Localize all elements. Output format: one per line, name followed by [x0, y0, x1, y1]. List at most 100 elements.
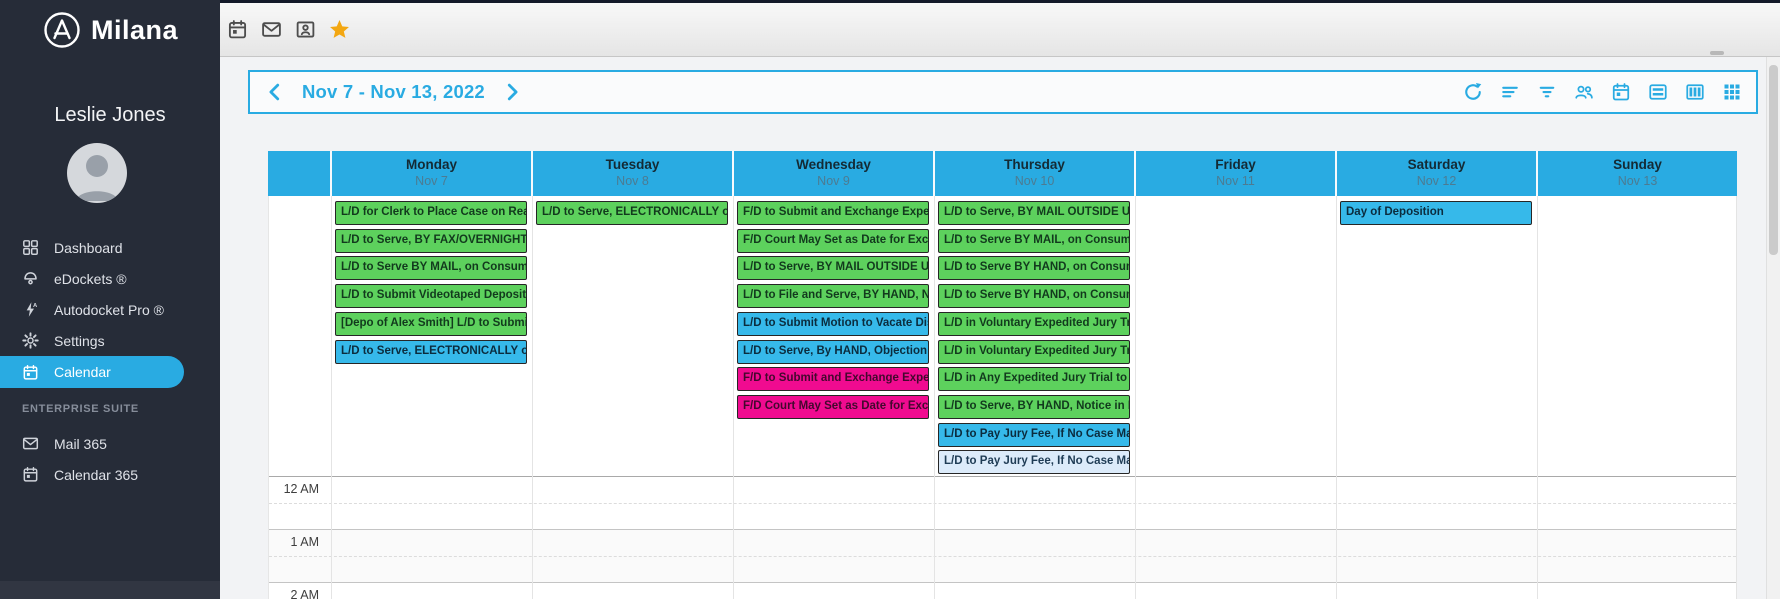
calendar-icon: [22, 466, 39, 483]
event[interactable]: L/D in Any Expedited Jury Trial to Exch: [938, 367, 1130, 391]
day-header-thursday: Thursday Nov 10: [933, 151, 1134, 196]
day-name: Monday: [405, 157, 457, 172]
filter-button[interactable]: [1537, 82, 1557, 102]
day-name: Thursday: [1004, 157, 1065, 172]
calendar-toolbar: Nov 7 - Nov 13, 2022: [248, 70, 1758, 114]
avatar[interactable]: [67, 143, 127, 203]
event[interactable]: Day of Deposition: [1340, 201, 1532, 225]
main-area: Nov 7 - Nov 13, 2022 Monday Nov 7 Tuesda…: [220, 57, 1780, 599]
calendar-view-tools: [1463, 82, 1742, 102]
vscrollbar-thumb[interactable]: [1769, 65, 1778, 255]
sidebar-item-mail-365[interactable]: Mail 365: [0, 428, 220, 459]
quick-launch-icons: [227, 3, 350, 56]
sidebar-item-autodocket-pro[interactable]: A Autodocket Pro ®: [0, 294, 220, 325]
column-view-button[interactable]: [1685, 82, 1705, 102]
week-header-row: Monday Nov 7 Tuesday Nov 8 Wednesday Nov…: [268, 151, 1737, 196]
event[interactable]: L/D to Serve, BY MAIL OUTSIDE U.S., N: [938, 201, 1130, 225]
sidebar-item-label: Calendar: [54, 364, 111, 380]
event[interactable]: L/D in Voluntary Expedited Jury Trial t: [938, 312, 1130, 336]
day-column-friday[interactable]: [1135, 196, 1336, 599]
event[interactable]: [Depo of Alex Smith] L/D to Submit Vi: [335, 312, 527, 336]
top-toolbar: [220, 0, 1780, 57]
hour-label: 12 AM: [283, 482, 319, 496]
day-date: Nov 9: [817, 174, 850, 188]
event[interactable]: L/D to Submit Videotaped Deposition: [335, 284, 527, 308]
enterprise-suite-label: ENTERPRISE SUITE: [22, 403, 139, 415]
day-header-saturday: Saturday Nov 12: [1335, 151, 1536, 196]
event[interactable]: L/D to Serve, BY HAND, Notice in Lieu: [938, 395, 1130, 419]
event[interactable]: L/D to Serve BY HAND, on Consumer/I: [938, 256, 1130, 280]
refresh-button[interactable]: [1463, 82, 1483, 102]
sidebar-item-edockets[interactable]: eDockets ®: [0, 263, 220, 294]
day-column-sunday[interactable]: [1537, 196, 1738, 599]
time-gutter-header: [268, 151, 330, 196]
event[interactable]: L/D to Serve BY MAIL, on Consumer/E: [938, 229, 1130, 253]
day-column-tuesday[interactable]: L/D to Serve, ELECTRONICALLY or BY: [532, 196, 733, 599]
week-body: 12 AM 1 AM 2 AM L/D for Clerk to Place Case…: [268, 196, 1737, 599]
event[interactable]: L/D to Pay Jury Fee, If No Case Manag: [938, 423, 1130, 447]
grid-view-button[interactable]: [1722, 82, 1742, 102]
day-header-monday: Monday Nov 7: [330, 151, 531, 196]
next-week-button[interactable]: [501, 81, 523, 103]
calendar-button[interactable]: [227, 19, 248, 40]
hscrollbar-thumb[interactable]: [1710, 51, 1724, 55]
day-date: Nov 11: [1216, 174, 1255, 188]
day-date: Nov 7: [415, 174, 448, 188]
star-button[interactable]: [329, 19, 350, 40]
svg-text:A: A: [33, 303, 38, 309]
event[interactable]: F/D to Submit and Exchange Expert W: [737, 367, 929, 391]
day-column-thursday[interactable]: L/D to Serve, BY MAIL OUTSIDE U.S., N L/D…: [934, 196, 1135, 599]
day-column-wednesday[interactable]: F/D to Submit and Exchange Expert W F/D C…: [733, 196, 934, 599]
agenda-view-button[interactable]: [1648, 82, 1668, 102]
gear-icon: [22, 332, 39, 349]
day-column-monday[interactable]: L/D for Clerk to Place Case on Ready C L/…: [331, 196, 532, 599]
mail-button[interactable]: [261, 19, 282, 40]
day-date: Nov 12: [1416, 174, 1457, 188]
calendar-button[interactable]: [1611, 82, 1631, 102]
contact-card-button[interactable]: [295, 19, 316, 40]
event[interactable]: L/D in Voluntary Expedited Jury Trial t: [938, 340, 1130, 364]
sidebar-item-calendar-365[interactable]: Calendar 365: [0, 459, 220, 490]
day-date: Nov 8: [616, 174, 649, 188]
sidebar-item-label: Mail 365: [54, 435, 107, 452]
sidebar-item-dashboard[interactable]: Dashboard: [0, 232, 220, 263]
user-name: Leslie Jones: [54, 104, 166, 126]
day-date: Nov 10: [1014, 174, 1055, 188]
event[interactable]: L/D to Serve, By HAND, Objection to D: [737, 340, 929, 364]
sidebar-item-settings[interactable]: Settings: [0, 325, 220, 356]
sidebar-item-label: Settings: [54, 332, 105, 349]
sidebar-item-calendar[interactable]: Calendar: [0, 356, 184, 388]
dashboard-icon: [22, 239, 39, 256]
sort-button[interactable]: [1500, 82, 1520, 102]
edockets-icon: [22, 270, 39, 287]
milana-logo-icon: [42, 10, 82, 50]
event[interactable]: L/D to Serve, BY FAX/OVERNIGHT, No: [335, 229, 527, 253]
day-name: Saturday: [1407, 157, 1466, 172]
day-header-tuesday: Tuesday Nov 8: [531, 151, 732, 196]
date-range-label: Nov 7 - Nov 13, 2022: [302, 81, 485, 102]
event[interactable]: F/D Court May Set as Date for Exchan: [737, 395, 929, 419]
hour-label: 2 AM: [290, 588, 320, 599]
event[interactable]: L/D to Serve, BY MAIL OUTSIDE U.S., N: [737, 256, 929, 280]
event[interactable]: L/D to Serve, ELECTRONICALLY or BY: [536, 201, 728, 225]
event[interactable]: L/D to File and Serve, BY HAND, Notic: [737, 284, 929, 308]
app-window: Milana Leslie Jones Dashboard eDockets ® A…: [0, 0, 1780, 599]
day-column-saturday[interactable]: Day of Deposition: [1336, 196, 1537, 599]
sidebar-item-label: Calendar 365: [54, 466, 139, 483]
event[interactable]: L/D to Pay Jury Fee, If No Case Manag: [938, 450, 1130, 474]
event[interactable]: L/D to Serve BY HAND, on Consumer/I: [938, 284, 1130, 308]
event[interactable]: F/D to Submit and Exchange Expert W: [737, 201, 929, 225]
event[interactable]: L/D for Clerk to Place Case on Ready C: [335, 201, 527, 225]
day-header-friday: Friday Nov 11: [1134, 151, 1335, 196]
day-name: Tuesday: [605, 157, 660, 172]
prev-week-button[interactable]: [264, 81, 286, 103]
event[interactable]: L/D to Serve, ELECTRONICALLY or By: [335, 340, 527, 364]
day-name: Friday: [1215, 157, 1256, 172]
event[interactable]: L/D to Serve BY MAIL, on Consumer/E: [335, 256, 527, 280]
people-button[interactable]: [1574, 82, 1594, 102]
mail-icon: [22, 435, 39, 452]
brand-name: Milana: [90, 14, 179, 45]
vertical-scrollbar[interactable]: [1766, 57, 1780, 599]
event[interactable]: F/D Court May Set as Date for Exchan: [737, 229, 929, 253]
event[interactable]: L/D to Submit Motion to Vacate Dismi: [737, 312, 929, 336]
